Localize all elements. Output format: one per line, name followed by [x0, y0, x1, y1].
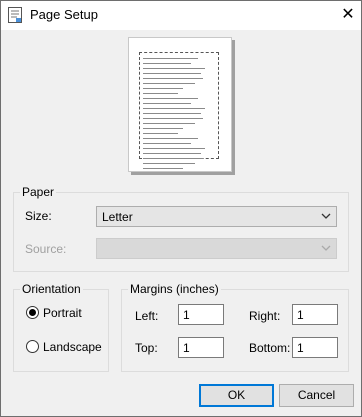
preview-text-line — [143, 135, 198, 139]
bottom-margin-label: Bottom: — [249, 341, 291, 355]
preview-text-line — [143, 145, 205, 149]
right-margin-value: 1 — [297, 308, 304, 322]
preview-text-line — [143, 125, 183, 129]
right-margin-label: Right: — [249, 309, 281, 323]
preview-margin-outline — [139, 52, 219, 169]
preview-text-line — [143, 110, 201, 114]
size-label: Size: — [25, 209, 52, 223]
chevron-down-icon — [321, 245, 331, 251]
ok-button[interactable]: OK — [199, 384, 274, 407]
preview-text-line — [143, 95, 198, 99]
top-margin-input[interactable]: 1 — [178, 337, 224, 358]
preview-text-line — [143, 75, 203, 79]
orientation-legend: Orientation — [20, 282, 83, 296]
top-margin-label: Top: — [135, 341, 158, 355]
preview-text-line — [143, 140, 191, 144]
preview-text-lines — [143, 55, 213, 170]
preview-text-line — [143, 155, 203, 159]
margins-legend: Margins (inches) — [128, 282, 221, 296]
preview-text-line — [143, 85, 183, 89]
left-margin-label: Left: — [135, 309, 159, 323]
preview-text-line — [143, 105, 205, 109]
preview-text-line — [143, 90, 178, 94]
source-label: Source: — [25, 242, 67, 256]
left-margin-value: 1 — [183, 308, 190, 322]
title-bar: Page Setup ✕ — [1, 1, 361, 30]
margins-group: Margins (inches) — [121, 282, 349, 372]
paper-legend: Paper — [20, 185, 57, 199]
preview-text-line — [143, 120, 195, 124]
preview-text-line — [143, 65, 205, 69]
preview-text-line — [143, 100, 191, 104]
preview-text-line — [143, 60, 191, 64]
bottom-margin-input[interactable]: 1 — [292, 337, 338, 358]
radio-selected-dot — [29, 309, 36, 316]
preview-text-line — [143, 130, 178, 134]
landscape-radio[interactable] — [26, 340, 39, 353]
preview-text-line — [143, 80, 195, 84]
source-select[interactable] — [96, 238, 337, 259]
page-setup-app-icon — [8, 7, 22, 23]
preview-text-line — [143, 165, 183, 169]
orientation-group: Orientation — [13, 282, 109, 372]
preview-text-line — [143, 55, 198, 59]
preview-text-line — [143, 70, 201, 74]
left-margin-input[interactable]: 1 — [178, 304, 224, 325]
close-icon[interactable]: ✕ — [338, 5, 358, 25]
preview-text-line — [143, 150, 201, 154]
paper-group: Paper — [13, 185, 349, 272]
right-margin-input[interactable]: 1 — [292, 304, 338, 325]
chevron-down-icon — [321, 213, 331, 219]
landscape-label[interactable]: Landscape — [43, 340, 102, 354]
dialog-title: Page Setup — [30, 7, 98, 22]
portrait-label[interactable]: Portrait — [43, 306, 82, 320]
top-margin-value: 1 — [183, 341, 190, 355]
page-preview — [128, 37, 232, 172]
cancel-button[interactable]: Cancel — [279, 384, 354, 407]
portrait-radio[interactable] — [26, 306, 39, 319]
preview-text-line — [143, 160, 195, 164]
size-select[interactable]: Letter — [96, 206, 337, 227]
page-setup-dialog: Page Setup ✕ Paper Size: Letter Source: … — [0, 0, 362, 417]
preview-text-line — [143, 115, 203, 119]
bottom-margin-value: 1 — [297, 341, 304, 355]
size-value: Letter — [102, 210, 133, 224]
